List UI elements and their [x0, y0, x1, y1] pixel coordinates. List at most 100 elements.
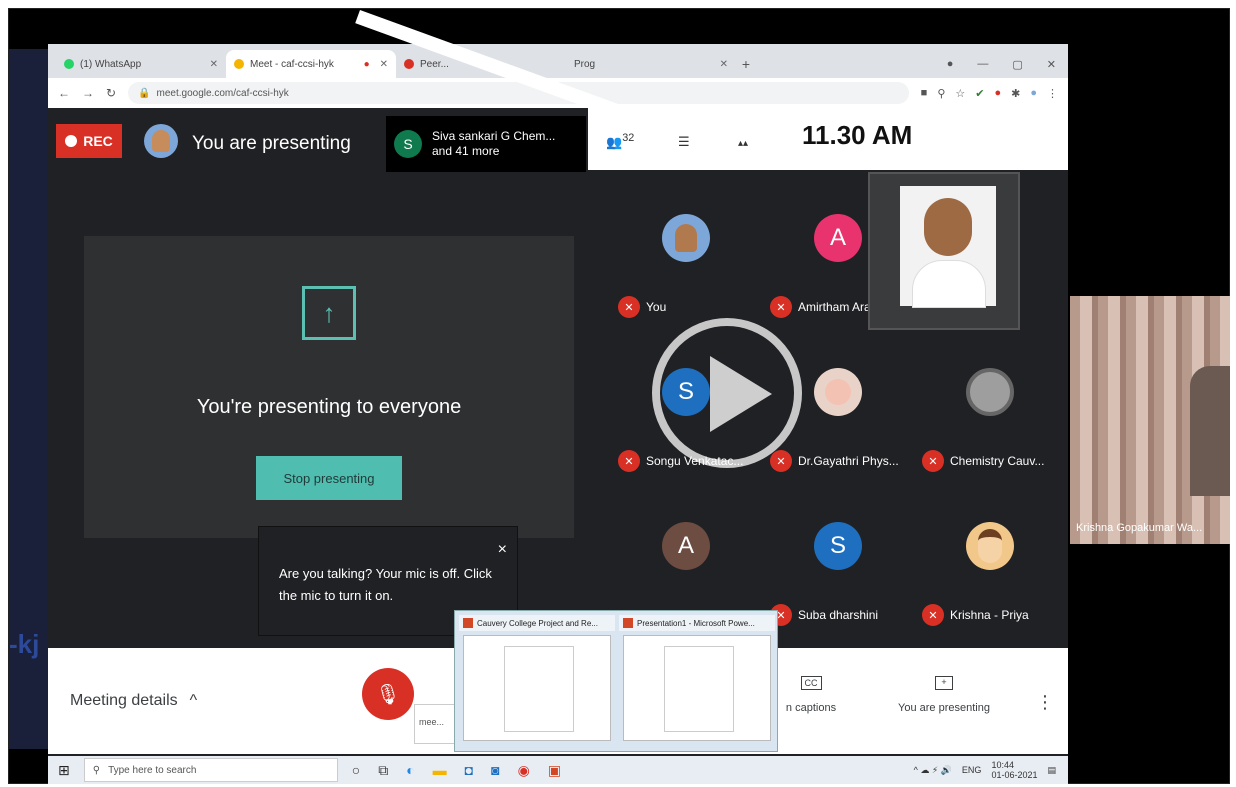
participant-name-row: ✕ Chemistry Cauv...: [922, 450, 1044, 472]
file-explorer-icon[interactable]: ▬: [433, 762, 447, 779]
participant-avatar: [814, 368, 862, 416]
present-to-all-icon: ↑: [302, 286, 356, 340]
participant-name-row: ✕ Amirtham Arasu: [770, 296, 883, 318]
windows-start-icon[interactable]: ⊞: [58, 762, 70, 779]
presenter-avatar: [144, 124, 178, 158]
task-view-icon[interactable]: ⧉: [378, 762, 388, 779]
whatsapp-icon: [64, 59, 74, 69]
presenter-status: You are presenting: [192, 133, 351, 154]
edge-icon[interactable]: ◐: [406, 762, 414, 779]
present-now-button[interactable]: + You are presenting: [884, 676, 1004, 714]
mic-muted-icon: ✕: [922, 450, 944, 472]
people-icon[interactable]: 👥32: [606, 132, 634, 150]
activities-icon[interactable]: ▴▴: [738, 138, 748, 149]
participant-tile[interactable]: ✕ You: [610, 174, 762, 328]
meet-top-strip: REC You are presenting S Siva sankari G …: [48, 108, 588, 172]
mic-muted-icon: ✕: [618, 450, 640, 472]
clock-overlay: 11.30 AM: [802, 120, 913, 150]
search-placeholder: Type here to search: [108, 764, 197, 776]
clock-area[interactable]: 10:44 01-06-2021: [991, 760, 1037, 780]
new-tab-button[interactable]: +: [736, 50, 756, 78]
system-tray: ^ ☁ ⚡ 🔊 ENG 10:44 01-06-2021 ▤: [914, 760, 1068, 780]
powerpoint-taskbar-icon[interactable]: ▣: [548, 762, 561, 779]
cortana-icon[interactable]: ○: [352, 762, 360, 779]
check-extension-icon[interactable]: ✔: [975, 87, 984, 100]
language-indicator[interactable]: ENG: [962, 765, 982, 775]
captions-button[interactable]: CC n captions: [766, 676, 856, 714]
participant-avatar: A: [814, 214, 862, 262]
minimize-icon[interactable]: —: [977, 58, 988, 70]
tab-prog[interactable]: Prog ✕: [566, 50, 736, 78]
stop-presenting-button[interactable]: Stop presenting: [256, 456, 402, 500]
store-icon[interactable]: ◘: [465, 762, 473, 779]
camera-icon[interactable]: ■: [921, 87, 928, 100]
maximize-icon[interactable]: ▢: [1012, 58, 1022, 71]
participant-avatar: [662, 214, 710, 262]
captions-label: n captions: [785, 702, 837, 714]
joined-user-avatar: S: [394, 130, 422, 158]
thumbnail-preview: [623, 635, 771, 741]
mic-muted-icon: ✕: [770, 450, 792, 472]
close-icon[interactable]: ✕: [380, 59, 388, 70]
chat-icon[interactable]: ☰: [678, 134, 690, 150]
close-icon[interactable]: ✕: [720, 59, 728, 70]
profile-avatar[interactable]: ●: [1030, 87, 1037, 100]
star-icon[interactable]: ☆: [955, 87, 965, 100]
participant-tile[interactable]: S ✕ Suba dharshini: [762, 482, 914, 636]
tray-icons[interactable]: ^ ☁ ⚡ 🔊: [914, 765, 952, 776]
tab-label: (1) WhatsApp: [80, 58, 142, 70]
window-thumbnail[interactable]: Cauvery College Project and Re...: [459, 615, 615, 749]
menu-icon[interactable]: ⋮: [1047, 87, 1058, 100]
tab-label: Meet - caf-ccsi-hyk: [250, 58, 334, 70]
slide-preview: [504, 646, 574, 732]
tab-meet[interactable]: Meet - caf-ccsi-hyk ● ✕: [226, 50, 396, 78]
participant-tile[interactable]: ✕ Chemistry Cauv...: [914, 328, 1066, 482]
puzzle-icon[interactable]: ✱: [1011, 87, 1020, 100]
participant-name: Krishna - Priya: [950, 608, 1029, 622]
tab-whatsapp[interactable]: (1) WhatsApp ✕: [56, 50, 226, 78]
reload-icon[interactable]: ↻: [106, 86, 116, 100]
url-text: meet.google.com/caf-ccsi-hyk: [156, 87, 289, 99]
chevron-up-icon: ^: [189, 692, 198, 709]
rec-badge: REC: [56, 124, 122, 158]
more-options-button[interactable]: ⋮: [1036, 692, 1054, 713]
mic-toggle-button[interactable]: 🎙: [362, 668, 414, 720]
window-thumbnail[interactable]: Presentation1 - Microsoft Powe...: [619, 615, 775, 749]
recording-dot-icon: ●: [363, 58, 370, 70]
joined-user-name: Siva sankari G Chem...: [432, 129, 556, 143]
url-field[interactable]: 🔒 meet.google.com/caf-ccsi-hyk: [128, 82, 909, 104]
active-speaker-video[interactable]: [868, 172, 1020, 330]
mic-muted-icon: ✕: [770, 296, 792, 318]
participant-name-row: ✕ Dr.Gayathri Phys...: [770, 450, 899, 472]
forward-icon[interactable]: →: [82, 86, 94, 100]
chrome-icon[interactable]: ◉: [518, 762, 530, 779]
gmail-icon: [404, 59, 414, 69]
participant-name: Chemistry Cauv...: [950, 454, 1045, 468]
tooltip-text: Are you talking? Your mic is off. Click …: [279, 566, 492, 603]
background-desktop-strip: -kj yea: [9, 49, 54, 787]
taskbar-search[interactable]: ⚲ Type here to search: [83, 758, 338, 782]
lock-icon: 🔒: [138, 87, 151, 99]
speaker-video-feed: [900, 186, 996, 308]
captions-icon: CC: [800, 676, 822, 690]
notification-icon[interactable]: ▤: [1047, 765, 1056, 776]
video-play-overlay[interactable]: [652, 318, 802, 468]
close-icon[interactable]: ×: [498, 541, 507, 559]
extension-icon[interactable]: ●: [994, 87, 1001, 100]
side-video-feed: Krishna Gopakumar Wa...: [1070, 296, 1230, 544]
zoom-icon[interactable]: ⚲: [937, 87, 945, 100]
mic-muted-icon: ✕: [618, 296, 640, 318]
presenting-message: You're presenting to everyone: [196, 396, 462, 418]
tab-label: Prog: [574, 58, 596, 70]
join-notification[interactable]: S Siva sankari G Chem... and 41 more: [386, 116, 586, 172]
participant-avatar: A: [662, 522, 710, 570]
participant-tile[interactable]: ✕ Krishna - Priya: [914, 482, 1066, 636]
present-icon: +: [935, 676, 953, 690]
close-icon[interactable]: ✕: [210, 59, 218, 70]
close-window-icon[interactable]: ✕: [1047, 58, 1056, 71]
thumbnail-preview: [463, 635, 611, 741]
word-icon[interactable]: ◙: [491, 762, 499, 779]
taskbar-date: 01-06-2021: [991, 770, 1038, 780]
meeting-details-button[interactable]: Meeting details ^: [70, 692, 197, 710]
back-icon[interactable]: ←: [58, 86, 70, 100]
